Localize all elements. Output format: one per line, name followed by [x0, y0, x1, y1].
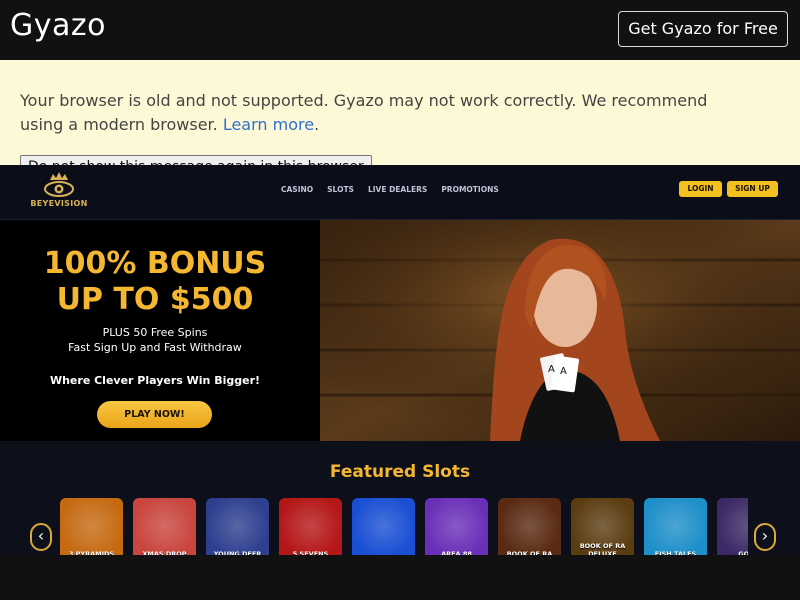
slot-tile[interactable]: YOUNG DEER [206, 498, 269, 555]
browser-warning-banner: Your browser is old and not supported. G… [0, 60, 800, 165]
slot-tile[interactable]: 3 PYRAMIDS [60, 498, 123, 555]
promo-free-spins: PLUS 50 Free Spins [102, 326, 208, 339]
casino-screenshot: BEYEVISION CASINO SLOTS LIVE DEALERS PRO… [0, 165, 800, 555]
page-bottom-bar [0, 555, 800, 600]
promo-amount: UP TO $500 [56, 282, 254, 317]
dismiss-warning-button[interactable]: Do not show this message again in this b… [20, 155, 372, 165]
warning-period: . [314, 115, 320, 134]
promo-fast-signup: Fast Sign Up and Fast Withdraw [68, 341, 242, 354]
warning-text: Your browser is old and not supported. G… [20, 91, 708, 134]
brand-logo[interactable]: BEYEVISION [30, 169, 88, 215]
signup-button[interactable]: SIGN UP [727, 181, 778, 197]
eye-crown-icon [44, 172, 74, 197]
slot-tile[interactable]: BOOK OF RA [498, 498, 561, 555]
promo-headline: 100% BONUS [43, 246, 267, 281]
gyazo-header: Gyazo Get Gyazo for Free [0, 0, 800, 60]
dealer-photo: A A [320, 220, 800, 441]
svg-text:A: A [548, 364, 555, 375]
nav-casino[interactable]: CASINO [281, 185, 313, 194]
site-navbar: BEYEVISION CASINO SLOTS LIVE DEALERS PRO… [0, 165, 800, 220]
slot-tile[interactable]: 5 SEVENS [279, 498, 342, 555]
gyazo-logo[interactable]: Gyazo [10, 8, 106, 43]
play-now-button[interactable]: PLAY NOW! [97, 401, 212, 428]
slots-carousel: 3 PYRAMIDS XMAS DROP YOUNG DEER 5 SEVENS ARE… [60, 498, 748, 555]
slot-tile[interactable] [352, 498, 415, 555]
login-button[interactable]: LOGIN [679, 181, 722, 197]
slot-tile[interactable]: FISH TALES [644, 498, 707, 555]
svg-text:A: A [560, 366, 567, 377]
slot-tile[interactable]: BOOK OF RA DELUXE [571, 498, 634, 555]
nav-slots[interactable]: SLOTS [327, 185, 354, 194]
carousel-next-button[interactable]: › [754, 523, 776, 551]
hero-banner: 100% BONUS UP TO $500 PLUS 50 Free Spins… [0, 220, 800, 441]
slot-tile[interactable]: GOLD [717, 498, 748, 555]
promo-panel: 100% BONUS UP TO $500 PLUS 50 Free Spins… [0, 220, 320, 441]
get-gyazo-button[interactable]: Get Gyazo for Free [618, 11, 788, 47]
carousel-prev-button[interactable]: ‹ [30, 523, 52, 551]
nav-promotions[interactable]: PROMOTIONS [441, 185, 498, 194]
slot-tile[interactable]: AREA 88 [425, 498, 488, 555]
promo-tagline: Where Clever Players Win Bigger! [49, 374, 261, 387]
nav-live-dealers[interactable]: LIVE DEALERS [368, 185, 427, 194]
featured-slots-title: Featured Slots [329, 462, 471, 482]
warning-message: Your browser is old and not supported. G… [20, 89, 740, 137]
learn-more-link[interactable]: Learn more [223, 115, 314, 134]
slot-tile-label: BOOK OF RA DELUXE [579, 542, 626, 555]
brand-name: BEYEVISION [30, 199, 88, 208]
hero-image: A A [320, 220, 800, 441]
slot-tile[interactable]: XMAS DROP [133, 498, 196, 555]
site-nav-links: CASINO SLOTS LIVE DEALERS PROMOTIONS [281, 185, 499, 194]
